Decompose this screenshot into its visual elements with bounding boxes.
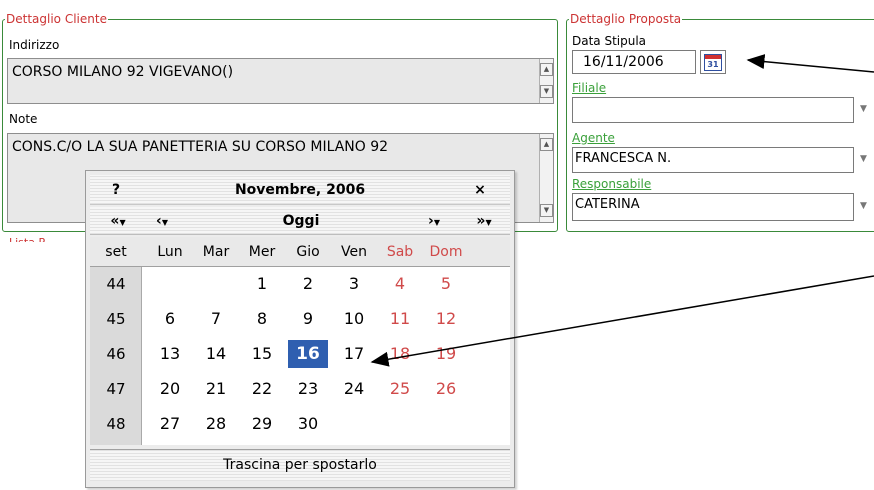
arrow-to-date-icon bbox=[746, 54, 874, 73]
annotation-arrows bbox=[370, 54, 874, 367]
arrow-to-selected-day bbox=[370, 275, 874, 367]
